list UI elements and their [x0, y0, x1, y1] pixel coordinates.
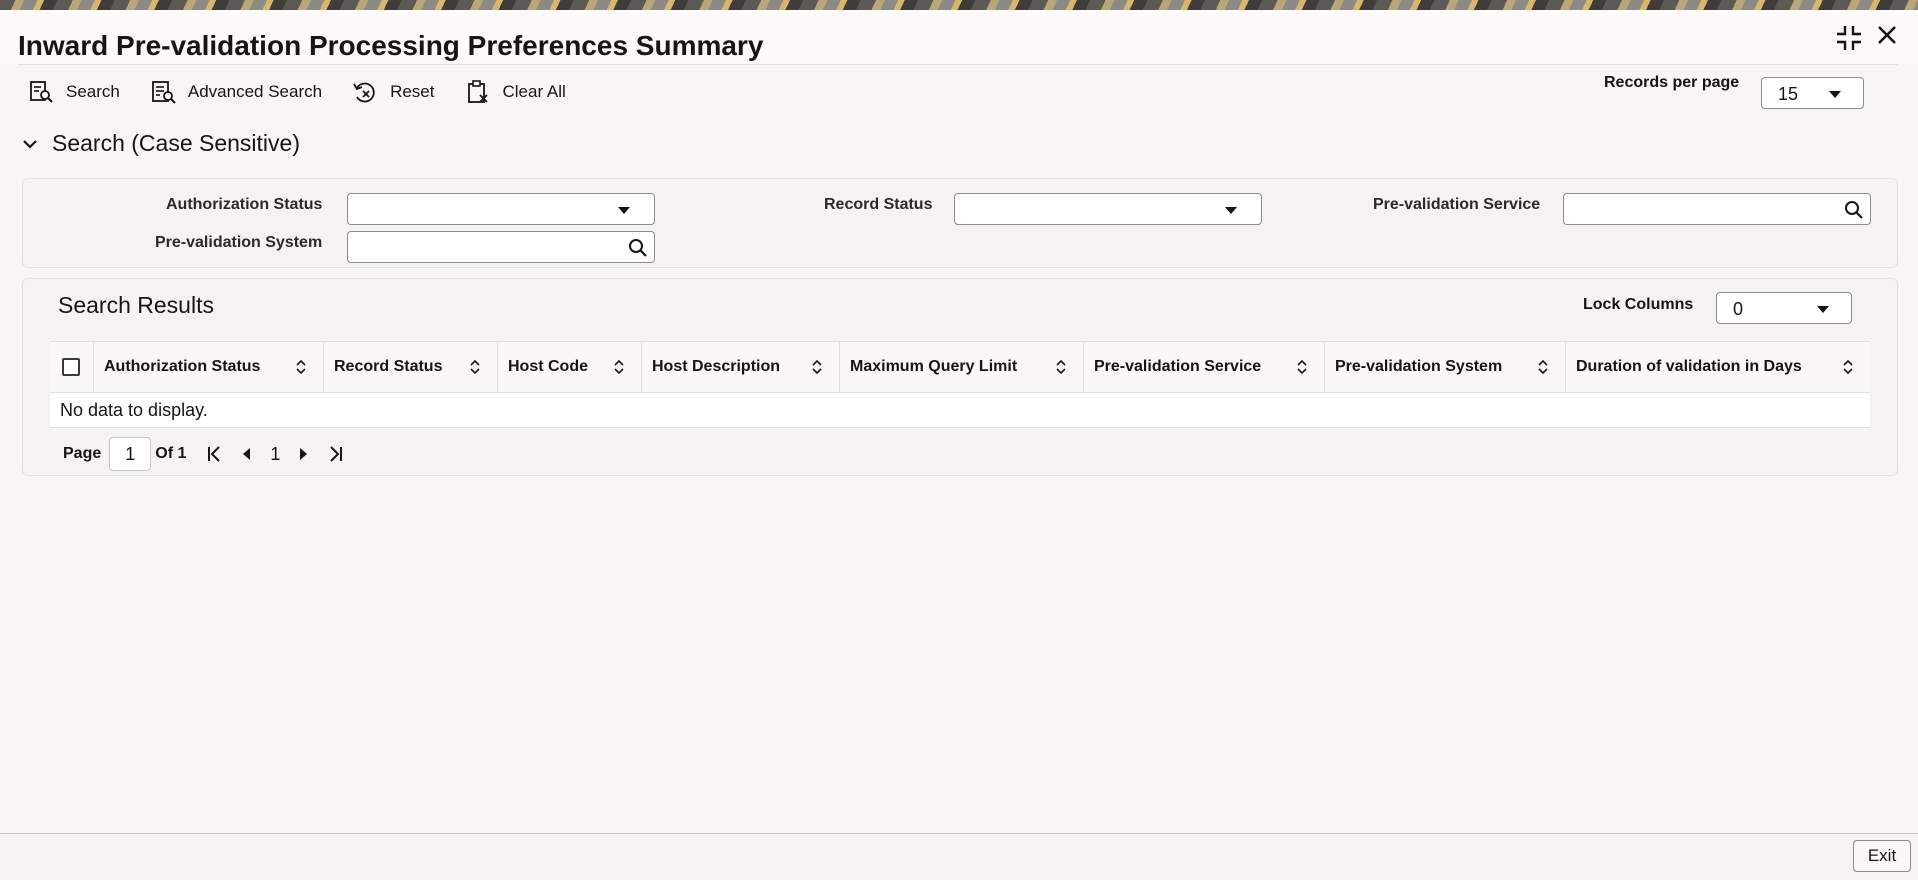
search-results-title: Search Results [58, 292, 214, 318]
sort-arrows-icon [470, 360, 480, 374]
chevron-down-icon [1817, 306, 1829, 313]
column-header-label: Record Status [334, 358, 443, 375]
current-page-number: 1 [270, 443, 281, 464]
advanced-search-button[interactable]: Advanced Search [150, 79, 322, 105]
record-status-select[interactable] [954, 193, 1262, 225]
advanced-search-button-label: Advanced Search [187, 82, 323, 101]
column-header-maximum-query-limit[interactable]: Maximum Query Limit [840, 342, 1084, 392]
clear-all-icon [467, 80, 488, 103]
clear-all-button-label: Clear All [502, 82, 566, 101]
column-header-host-description[interactable]: Host Description [642, 342, 840, 392]
magnifier-icon[interactable] [628, 238, 648, 258]
search-criteria-panel: Authorization Status Record Status Pre-v… [22, 178, 1898, 268]
authorization-status-label: Authorization Status [166, 196, 323, 213]
records-per-page-select[interactable]: 15 [1761, 77, 1864, 109]
prevalidation-service-input[interactable] [1563, 193, 1871, 225]
column-header-label: Maximum Query Limit [850, 358, 1018, 375]
first-page-icon[interactable] [206, 445, 224, 463]
collapse-window-icon[interactable] [1835, 24, 1863, 59]
lock-columns-label: Lock Columns [1583, 296, 1694, 313]
records-per-page-value: 15 [1778, 84, 1799, 104]
header-banner-strip [0, 0, 1918, 10]
column-header-prevalidation-service[interactable]: Pre-validation Service [1084, 342, 1325, 392]
table-header-row: Authorization Status Record Status Host … [50, 341, 1870, 393]
column-header-label: Duration of validation in Days [1576, 358, 1802, 375]
exit-button[interactable]: Exit [1853, 840, 1911, 872]
column-header-label: Pre-validation System [1335, 358, 1503, 375]
chevron-down-icon [1829, 91, 1841, 98]
sort-arrows-icon [296, 360, 306, 374]
last-page-icon[interactable] [326, 445, 344, 463]
pagination: Page 1 Of 1 1 [63, 437, 344, 471]
reset-button[interactable]: Reset [352, 79, 435, 105]
page-number-input[interactable]: 1 [109, 437, 152, 471]
page-of-label: Of 1 [155, 445, 187, 462]
chevron-down-icon [1225, 207, 1237, 214]
sort-arrows-icon [812, 360, 822, 374]
next-page-icon[interactable] [294, 445, 312, 463]
sort-arrows-icon [1538, 360, 1548, 374]
previous-page-icon[interactable] [238, 445, 256, 463]
record-status-label: Record Status [824, 196, 933, 213]
toolbar: Search Advanced Search Reset Clear All [28, 76, 566, 108]
reset-button-label: Reset [390, 82, 435, 101]
column-header-record-status[interactable]: Record Status [324, 342, 498, 392]
sort-arrows-icon [1056, 360, 1066, 374]
authorization-status-select[interactable] [347, 193, 655, 225]
reset-icon [353, 82, 375, 103]
page-title: Inward Pre-validation Processing Prefere… [18, 30, 764, 61]
chevron-down-icon [23, 139, 37, 149]
column-header-prevalidation-system[interactable]: Pre-validation System [1325, 342, 1566, 392]
column-header-label: Host Code [508, 358, 588, 375]
chevron-down-icon [618, 207, 630, 214]
select-all-checkbox[interactable] [62, 358, 80, 376]
prevalidation-system-input[interactable] [347, 231, 655, 263]
close-icon[interactable] [1874, 22, 1900, 55]
collapse-arrows-icon [1837, 26, 1861, 50]
prevalidation-service-label: Pre-validation Service [1373, 196, 1541, 213]
column-header-label: Authorization Status [104, 358, 261, 375]
page-label: Page [63, 445, 102, 462]
column-header-label: Pre-validation Service [1094, 358, 1262, 375]
select-all-cell [50, 342, 94, 392]
magnifier-icon[interactable] [1844, 200, 1864, 220]
search-button-label: Search [66, 82, 120, 101]
lock-columns-select[interactable]: 0 [1716, 292, 1852, 324]
lock-columns-value: 0 [1733, 299, 1744, 319]
results-table: Authorization Status Record Status Host … [50, 341, 1870, 428]
title-divider [18, 64, 1898, 65]
column-header-label: Host Description [652, 358, 781, 375]
footer-bar [0, 834, 1918, 880]
search-section-toggle[interactable]: Search (Case Sensitive) [22, 130, 300, 157]
close-x-icon [1878, 26, 1896, 44]
empty-table-message: No data to display. [50, 393, 1870, 428]
column-header-host-code[interactable]: Host Code [498, 342, 642, 392]
sort-arrows-icon [614, 360, 624, 374]
sort-arrows-icon [1297, 360, 1307, 374]
search-section-title: Search (Case Sensitive) [52, 130, 300, 156]
records-per-page-label: Records per page [1604, 74, 1740, 91]
search-icon [30, 81, 53, 103]
clear-all-button[interactable]: Clear All [465, 79, 566, 105]
prevalidation-system-label: Pre-validation System [155, 234, 323, 251]
title-bar: Inward Pre-validation Processing Prefere… [0, 10, 1918, 64]
sort-arrows-icon [1843, 360, 1853, 374]
column-header-authorization-status[interactable]: Authorization Status [94, 342, 324, 392]
column-header-duration-of-validation[interactable]: Duration of validation in Days [1566, 342, 1870, 392]
search-button[interactable]: Search [28, 79, 120, 105]
advanced-search-icon [151, 81, 176, 104]
